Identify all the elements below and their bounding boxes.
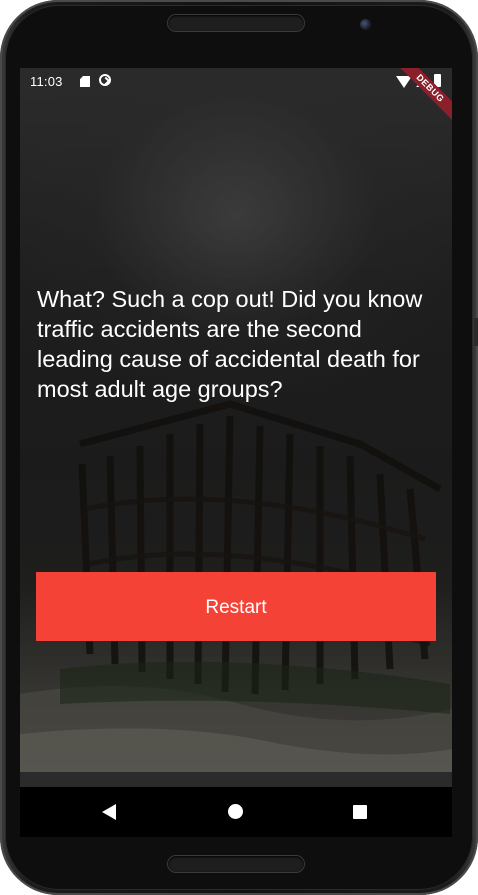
- story-text: What? Such a cop out! Did you know traff…: [37, 286, 423, 402]
- shipwreck-background-image: [20, 94, 452, 772]
- bottom-strip: [20, 772, 452, 787]
- navigation-bar: [20, 787, 452, 837]
- front-camera: [360, 19, 371, 30]
- restart-button[interactable]: Restart: [36, 572, 436, 641]
- top-speaker: [168, 15, 304, 31]
- recents-icon[interactable]: [353, 805, 367, 819]
- sd-card-icon: [80, 76, 90, 87]
- device-frame: 11:03 DEBUG What? Such a cop out! Did yo…: [0, 0, 478, 895]
- back-icon[interactable]: [102, 804, 116, 820]
- bottom-speaker: [168, 856, 304, 872]
- app-body: What? Such a cop out! Did you know traff…: [20, 94, 452, 772]
- status-bar: 11:03: [20, 68, 452, 94]
- status-time: 11:03: [30, 74, 63, 89]
- volume-button[interactable]: [474, 318, 478, 346]
- screen: 11:03 DEBUG What? Such a cop out! Did yo…: [20, 68, 452, 837]
- home-icon[interactable]: [228, 804, 243, 819]
- sync-icon: [99, 74, 111, 86]
